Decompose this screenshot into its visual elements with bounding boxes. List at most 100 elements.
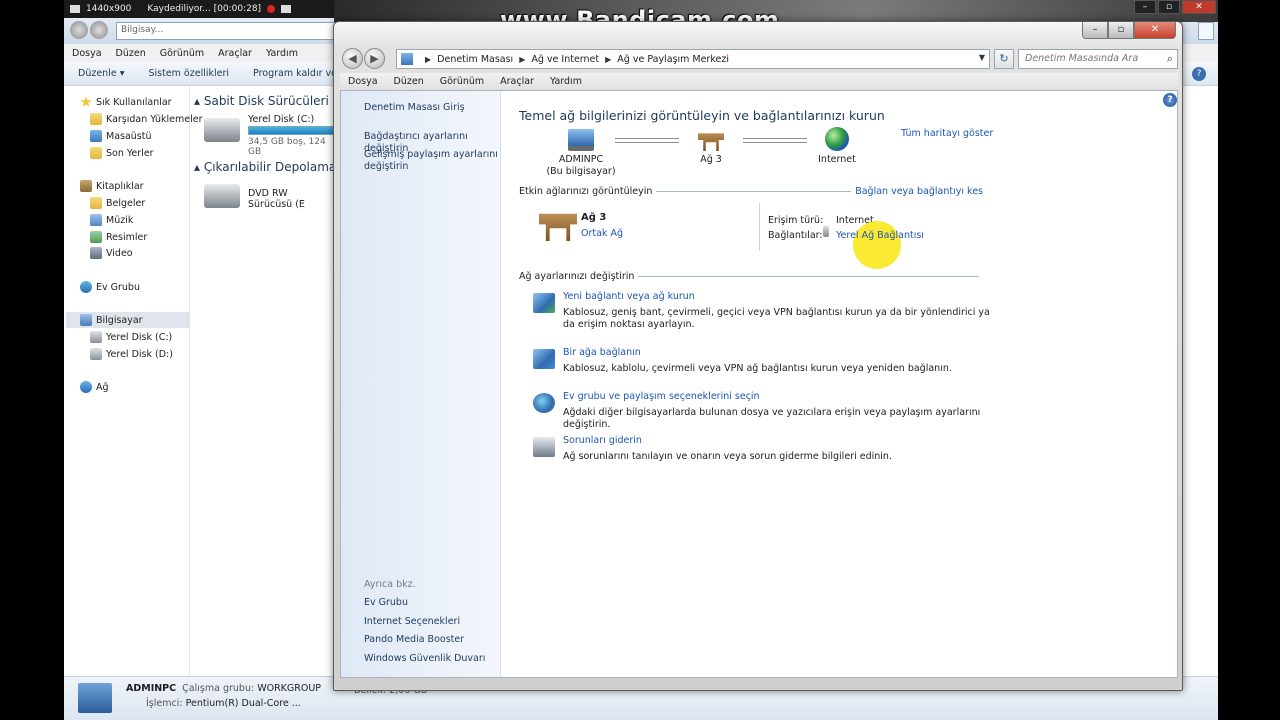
nav-documents[interactable]: Belgeler — [90, 195, 145, 211]
bg-organize-button[interactable]: Düzenle ▾ — [78, 68, 124, 79]
address-bar[interactable]: ▶ Denetim Masası ▶ Ağ ve Internet ▶ Ağ v… — [396, 49, 990, 69]
bg-menu-file[interactable]: Dosya — [72, 48, 102, 59]
nav-network[interactable]: Ağ — [80, 379, 109, 395]
network-category-link[interactable]: Ortak Ağ — [581, 228, 623, 239]
map-link-line — [615, 138, 679, 143]
cursor-highlight — [853, 221, 901, 269]
pause-icon[interactable] — [267, 5, 276, 13]
nav-drive-c[interactable]: Yerel Disk (C:) — [90, 329, 172, 345]
menu-edit[interactable]: Düzen — [394, 76, 424, 87]
nav-video[interactable]: Video — [90, 245, 133, 261]
camera-icon[interactable] — [281, 5, 292, 13]
menu-tools[interactable]: Araçlar — [500, 76, 534, 87]
bg-system-properties-button[interactable]: Sistem özellikleri — [148, 68, 229, 79]
bg-group-hdd: ▴ Sabit Disk Sürücüleri (2 — [194, 94, 345, 108]
access-type-label: Erişim türü: — [768, 215, 824, 226]
search-icon[interactable]: ⌕ — [1167, 52, 1173, 66]
star-icon — [80, 96, 92, 107]
search-input[interactable]: Denetim Masasında Ara ⌕ — [1018, 49, 1178, 69]
breadcrumb-network-internet[interactable]: Ağ ve Internet — [531, 54, 599, 65]
bg-search-icon[interactable] — [1198, 22, 1214, 40]
bg-menu-view[interactable]: Görünüm — [160, 48, 204, 59]
map-node-computer[interactable]: ADMINPC (Bu bilgisayar) — [541, 129, 621, 178]
breadcrumb-control-panel[interactable]: Denetim Masası — [437, 54, 513, 65]
bg-navigation-pane: Sık Kullanılanlar Karşıdan Yüklemeler Ma… — [64, 86, 202, 676]
bg-help-icon[interactable]: ? — [1192, 67, 1206, 81]
link-windows-firewall[interactable]: Windows Güvenlik Duvarı — [364, 653, 500, 665]
minimize-button[interactable]: – — [1082, 22, 1108, 39]
map-node-internet[interactable]: Internet — [807, 127, 867, 166]
nav-music[interactable]: Müzik — [90, 212, 133, 228]
map-link-line — [743, 138, 807, 143]
forward-button[interactable]: ▶ — [364, 48, 385, 69]
bg-drive-c[interactable]: Yerel Disk (C:) 34,5 GB boş, 124 GB — [204, 114, 334, 157]
nav-computer[interactable]: Bilgisayar — [66, 312, 190, 328]
menu-view[interactable]: Görünüm — [440, 76, 484, 87]
menu-help[interactable]: Yardım — [550, 76, 582, 87]
bench-icon[interactable] — [539, 213, 577, 241]
nav-downloads[interactable]: Karşıdan Yüklemeler — [90, 111, 202, 127]
troubleshoot-icon — [533, 437, 555, 457]
window-controls: – ▫ ✕ — [1082, 22, 1176, 39]
nav-homegroup[interactable]: Ev Grubu — [80, 279, 140, 295]
main-content: ? Temel ağ bilgilerinizi görüntüleyin ve… — [501, 91, 1177, 677]
address-row: ◀ ▶ ▶ Denetim Masası ▶ Ağ ve Internet ▶ … — [340, 47, 1178, 71]
bg-close-button[interactable]: ✕ — [1182, 0, 1216, 14]
bg-minimize-button[interactable]: – — [1134, 0, 1156, 14]
bg-maximize-button[interactable]: ▫ — [1158, 0, 1180, 14]
nav-libraries[interactable]: Kitaplıklar — [80, 178, 144, 194]
network-sharing-center-window[interactable]: – ▫ ✕ ◀ ▶ ▶ Denetim Masası ▶ Ağ ve Inter… — [333, 21, 1183, 691]
task-pane: Denetim Masası Giriş Bağdaştırıcı ayarla… — [341, 91, 501, 677]
drive-icon — [90, 331, 102, 343]
task-homegroup-sharing[interactable]: Ev grubu ve paylaşım seçeneklerini seçin… — [533, 391, 993, 430]
link-pando-media-booster[interactable]: Pando Media Booster — [364, 634, 500, 646]
computer-icon — [80, 314, 92, 326]
recorder-bar: 1440x900 Kaydediliyor... [00:00:28] — [64, 0, 334, 18]
bg-window-controls: – ▫ ✕ — [1134, 0, 1216, 14]
drive-usage-bar — [248, 126, 334, 135]
bg-address-bar[interactable]: Bilgisay... — [116, 22, 336, 40]
computer-icon — [78, 683, 112, 713]
bg-menu-tools[interactable]: Araçlar — [218, 48, 252, 59]
task-connect-network[interactable]: Bir ağa bağlanın Kablosuz, kablolu, çevi… — [533, 347, 993, 381]
nav-desktop[interactable]: Masaüstü — [90, 128, 152, 144]
new-connection-icon — [533, 293, 555, 313]
window-icon — [70, 5, 80, 13]
nav-favorites[interactable]: Sık Kullanılanlar — [80, 94, 172, 110]
task-new-connection[interactable]: Yeni bağlantı veya ağ kurun Kablosuz, ge… — [533, 291, 993, 331]
full-map-link[interactable]: Tüm haritayı göster — [901, 128, 993, 139]
bg-menu-edit[interactable]: Düzen — [116, 48, 146, 59]
refresh-button[interactable]: ↻ — [994, 49, 1014, 69]
library-icon — [80, 180, 92, 192]
link-homegroup[interactable]: Ev Grubu — [364, 597, 500, 609]
map-node-network[interactable]: Ağ 3 — [681, 129, 741, 166]
maximize-button[interactable]: ▫ — [1108, 22, 1134, 39]
connect-disconnect-link[interactable]: Bağlan veya bağlantıyı kes — [855, 186, 983, 197]
music-icon — [90, 214, 102, 226]
folder-icon — [90, 113, 102, 125]
client-area: Denetim Masası Giriş Bağdaştırıcı ayarla… — [340, 90, 1178, 678]
task-troubleshoot[interactable]: Sorunları giderin Ağ sorunlarını tanılay… — [533, 435, 993, 469]
menu-file[interactable]: Dosya — [348, 76, 378, 87]
homegroup-icon — [80, 281, 92, 293]
chevron-down-icon[interactable]: ▼ — [979, 53, 985, 62]
bg-drive-dvd[interactable]: DVD RW Sürücüsü (E — [204, 180, 334, 220]
nav-pictures[interactable]: Resimler — [90, 229, 147, 245]
connection-link[interactable]: Yerel Ağ Bağlantısı — [836, 230, 924, 241]
change-settings-header: Ağ ayarlarınızı değiştirin — [519, 271, 983, 282]
nav-recent[interactable]: Son Yerler — [90, 145, 154, 161]
help-icon[interactable]: ? — [1163, 93, 1177, 107]
dvd-drive-icon — [204, 184, 240, 208]
bg-nav-buttons[interactable] — [70, 21, 110, 41]
link-control-panel-home[interactable]: Denetim Masası Giriş — [364, 102, 500, 114]
back-button[interactable]: ◀ — [342, 48, 363, 69]
desktop-icon — [90, 130, 102, 142]
breadcrumb-network-center[interactable]: Ağ ve Paylaşım Merkezi — [617, 54, 729, 65]
video-icon — [90, 247, 102, 259]
see-also-header: Ayrıca bkz. — [364, 579, 416, 590]
close-button[interactable]: ✕ — [1134, 22, 1176, 39]
bg-menu-help[interactable]: Yardım — [266, 48, 298, 59]
nav-drive-d[interactable]: Yerel Disk (D:) — [90, 346, 173, 362]
link-advanced-sharing[interactable]: Gelişmiş paylaşım ayarlarını değiştirin — [364, 149, 500, 173]
link-internet-options[interactable]: Internet Seçenekleri — [364, 616, 500, 628]
